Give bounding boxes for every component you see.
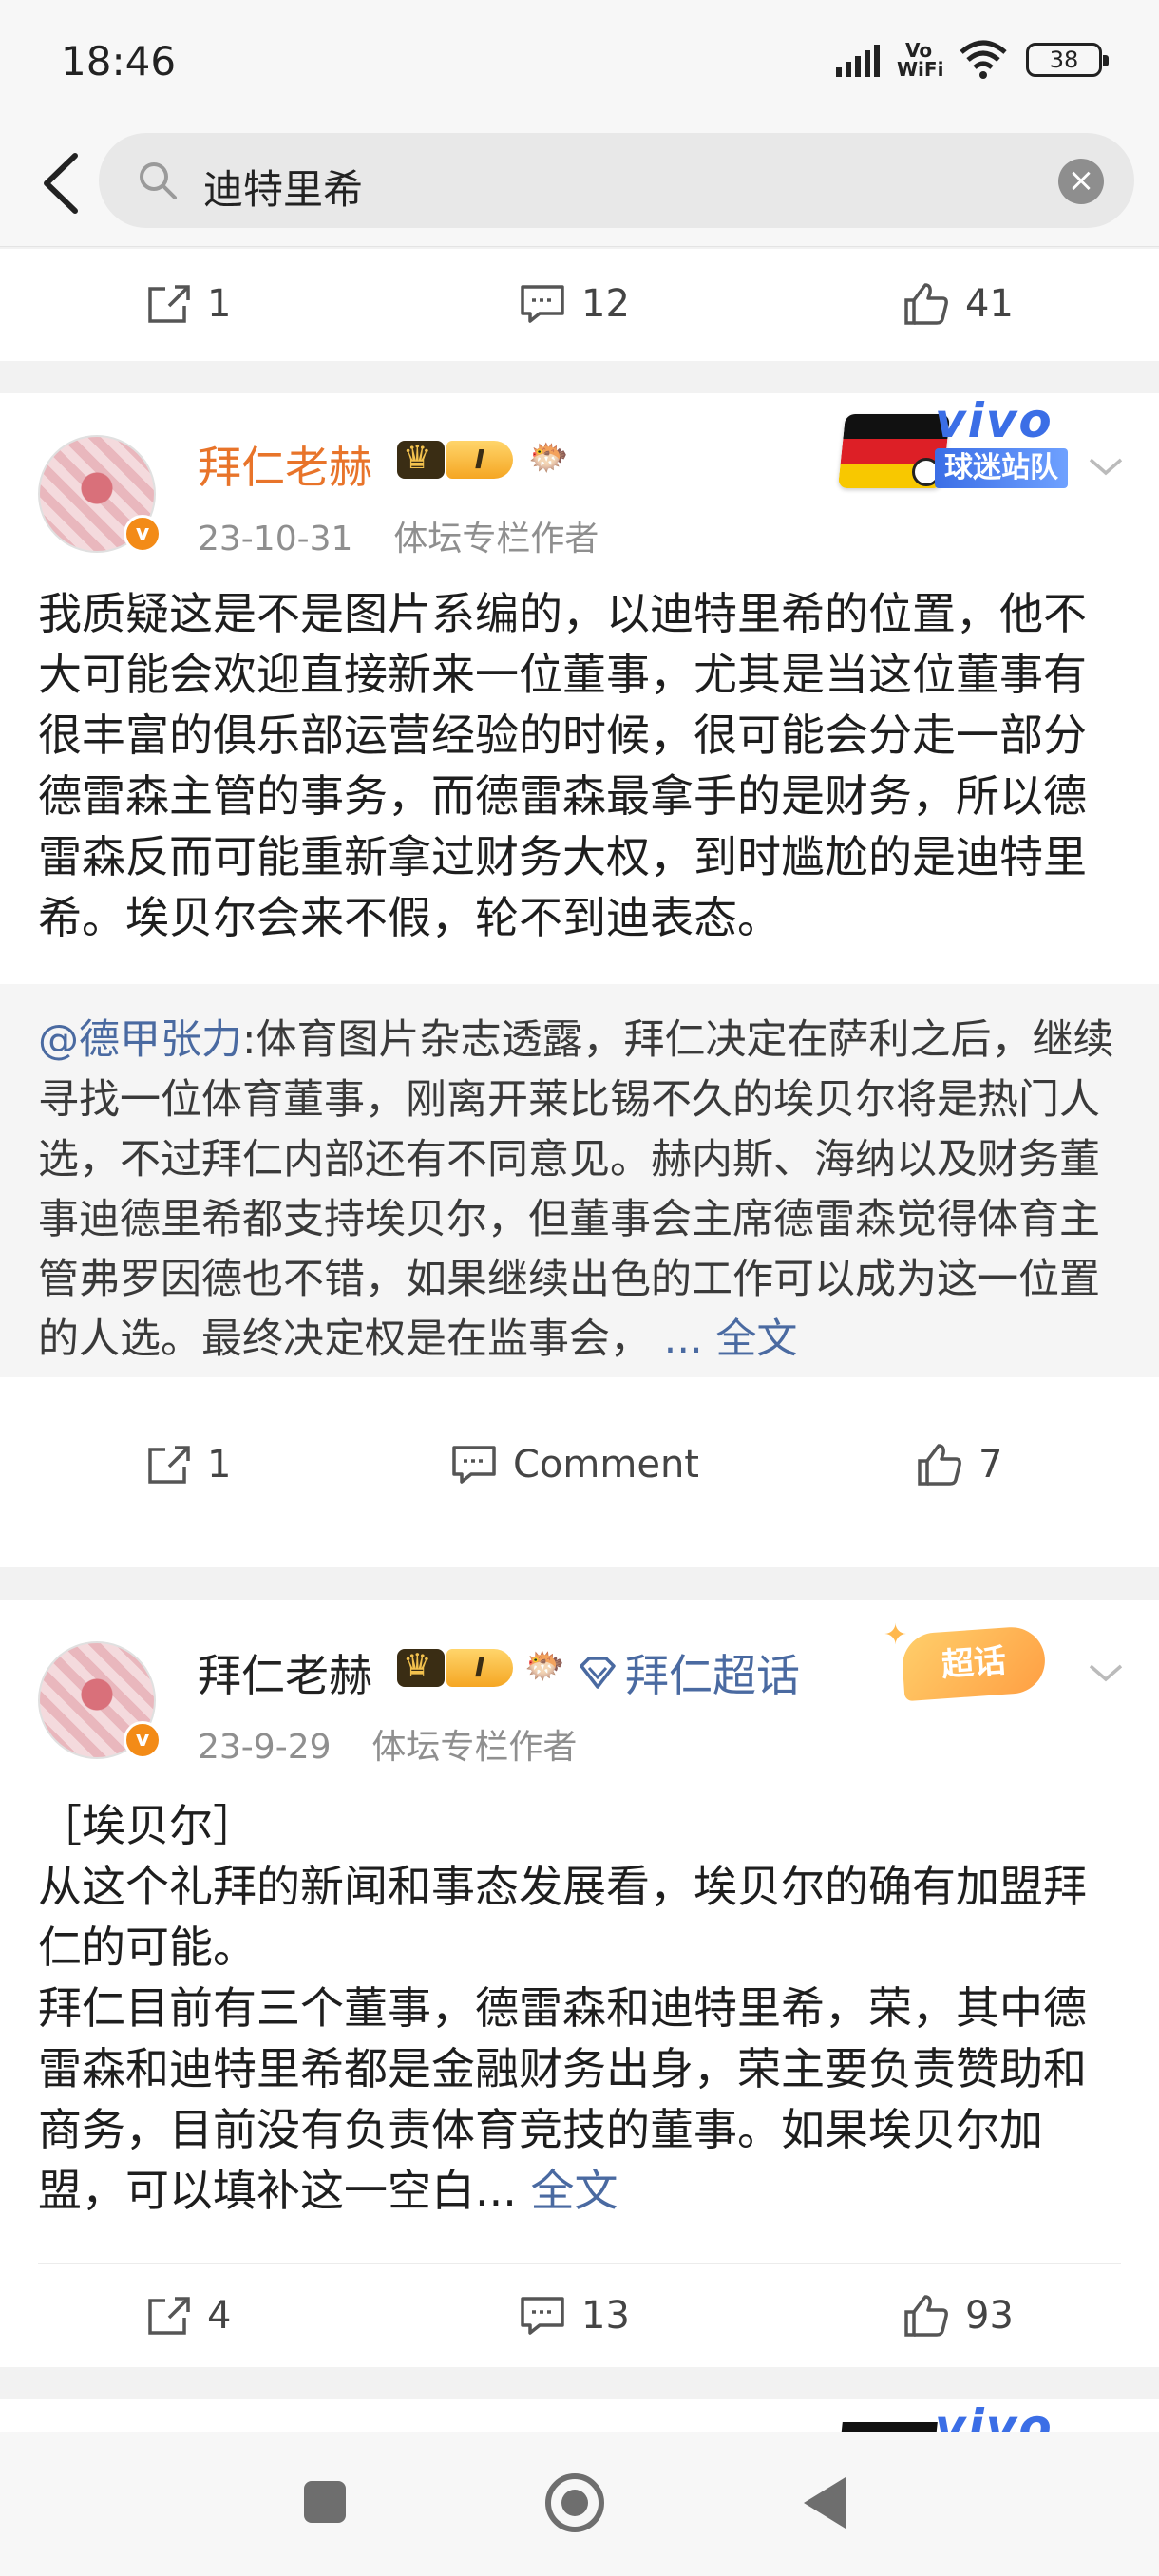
mention-link[interactable]: @德甲张力 [38, 1016, 242, 1064]
action-bar: 4 13 93 [0, 2268, 1159, 2363]
share-icon [148, 285, 190, 323]
brand-name: vivo [935, 393, 1054, 448]
like-count: 41 [965, 282, 1014, 326]
search-icon [140, 162, 177, 199]
level-badge: I [446, 441, 513, 479]
battery-indicator: 38 [1026, 43, 1109, 77]
action-bar: 1 12 41 [0, 256, 1159, 351]
post-card-2[interactable]: v 拜仁老赫 I 🐡 拜仁超话 23-9-29 体坛专栏作者 超话 ✦ ［埃贝尔… [0, 1600, 1159, 2367]
full-text-link[interactable]: 全文 [517, 2165, 618, 2216]
username[interactable]: 拜仁老赫 [198, 433, 372, 496]
comment-count: 13 [581, 2294, 630, 2338]
fan-badge-icon: 🐡 [528, 439, 569, 477]
verified-badge-icon: v [124, 515, 162, 553]
post-body: ［埃贝尔］ 从这个礼拜的新闻和事态发展看，埃贝尔的确有加盟拜仁的可能。 拜仁目前… [38, 1800, 1087, 2216]
diamond-icon [580, 1657, 616, 1689]
system-icons: Vo WiFi 38 [836, 36, 1109, 84]
verified-badge-icon: v [124, 1721, 162, 1759]
repost-button[interactable]: 4 [146, 2268, 231, 2363]
quoted-text: @德甲张力:体育图片杂志透露，拜仁决定在萨利之后，继续寻找一位体育董事，刚离开莱… [38, 1011, 1130, 1370]
comment-icon [452, 1446, 496, 1484]
super-topic-name: 拜仁超话 [625, 1650, 800, 1701]
like-count: 7 [978, 1443, 1003, 1487]
level-badge: I [446, 1649, 513, 1687]
recent-apps-icon[interactable] [304, 2481, 346, 2523]
post-card-1[interactable]: v 拜仁老赫 I 🐡 23-10-31 体坛专栏作者 vivo 球迷站队 我质疑… [0, 393, 1159, 1567]
post-source: 体坛专栏作者 [393, 520, 599, 559]
back-arrow-icon [44, 153, 78, 214]
post-text: 我质疑这是不是图片系编的，以迪特里希的位置，他不大可能会欢迎直接新来一位董事，尤… [38, 588, 1087, 943]
like-count: 93 [965, 2294, 1014, 2338]
share-icon [148, 1446, 190, 1484]
quoted-body: :体育图片杂志透露，拜仁决定在萨利之后，继续寻找一位体育董事，刚离开莱比锡不久的… [38, 1016, 1114, 1363]
thumbs-up-icon [918, 1444, 961, 1486]
brand-badge[interactable]: vivo 球迷站队 [836, 393, 1083, 498]
wifi-icon [960, 40, 1007, 79]
super-topic-link[interactable]: 拜仁超话 [578, 1641, 800, 1704]
search-input[interactable]: 迪特里希 × [99, 133, 1134, 228]
quoted-post[interactable]: @德甲张力:体育图片杂志透露，拜仁决定在萨利之后，继续寻找一位体育董事，刚离开莱… [0, 984, 1159, 1377]
post-0-footer: 1 12 41 [0, 249, 1159, 361]
repost-button[interactable]: 1 [146, 1417, 231, 1512]
vowifi-label: Vo WiFi [897, 39, 944, 81]
vip-crown-icon [397, 439, 445, 479]
screen: 18:46 Vo WiFi 38 迪特里希 × 1 12 41 v 拜仁老赫 ♛… [0, 0, 1159, 2576]
thumbs-up-icon [904, 2295, 948, 2337]
system-nav-bar [0, 2432, 1159, 2576]
like-button[interactable]: 7 [916, 1417, 1002, 1512]
home-icon[interactable] [545, 2473, 604, 2532]
post-source: 体坛专栏作者 [371, 1728, 578, 1767]
fan-badge-icon: 🐡 [524, 1647, 565, 1685]
thumbs-up-icon [904, 283, 948, 325]
search-header: 迪特里希 × [0, 123, 1159, 247]
comment-button[interactable]: Comment [450, 1417, 699, 1512]
sparkle-icon: ✦ [884, 1619, 908, 1652]
comment-icon [521, 2297, 564, 2335]
like-button[interactable]: 93 [902, 2268, 1014, 2363]
username[interactable]: 拜仁老赫 [198, 1641, 372, 1704]
chevron-down-icon[interactable] [1087, 448, 1125, 486]
super-topic-badge[interactable]: 超话 [900, 1624, 1048, 1702]
chevron-down-icon[interactable] [1087, 1655, 1125, 1693]
back-triangle-icon[interactable] [804, 2477, 846, 2529]
post-date: 23-9-29 [198, 1728, 332, 1767]
status-time: 18:46 [61, 38, 177, 85]
comment-label: Comment [513, 1443, 699, 1487]
clear-icon[interactable]: × [1058, 159, 1104, 204]
status-bar: 18:46 Vo WiFi 38 [0, 0, 1159, 123]
signal-icon [836, 43, 880, 77]
repost-count: 1 [207, 282, 232, 326]
action-bar: 1 Comment 7 [0, 1417, 1159, 1512]
post-text: ［埃贝尔］ 从这个礼拜的新闻和事态发展看，埃贝尔的确有加盟拜仁的可能。 拜仁目前… [38, 1795, 1121, 2221]
back-button[interactable] [27, 150, 93, 217]
comment-button[interactable]: 12 [519, 256, 630, 351]
comment-button[interactable]: 13 [519, 2268, 630, 2363]
full-text-link[interactable]: ... 全文 [651, 1316, 798, 1363]
repost-count: 4 [207, 2294, 232, 2338]
vip-crown-icon [397, 1647, 445, 1687]
divider [38, 2263, 1121, 2264]
post-meta: 23-10-31 体坛专栏作者 [198, 511, 598, 560]
comment-icon [521, 285, 564, 323]
share-icon [148, 2297, 190, 2335]
repost-button[interactable]: 1 [146, 256, 231, 351]
repost-count: 1 [207, 1443, 232, 1487]
search-query: 迪特里希 [203, 166, 364, 213]
like-button[interactable]: 41 [902, 256, 1014, 351]
brand-team-label: 球迷站队 [935, 448, 1068, 488]
post-date: 23-10-31 [198, 520, 353, 559]
comment-count: 12 [581, 282, 630, 326]
post-meta: 23-9-29 体坛专栏作者 [198, 1719, 577, 1769]
